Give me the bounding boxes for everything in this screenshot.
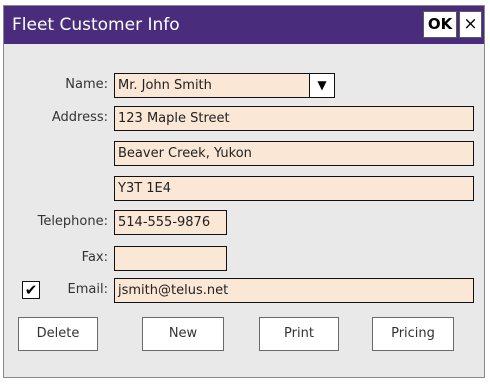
pricing-button[interactable]: Pricing [372, 317, 454, 351]
new-button[interactable]: New [142, 317, 224, 351]
telephone-field[interactable]: 514-555-9876 [114, 210, 227, 235]
print-button[interactable]: Print [259, 317, 339, 351]
name-label: Name: [65, 77, 108, 92]
telephone-label: Telephone: [37, 214, 108, 229]
name-select[interactable]: Mr. John Smith [114, 73, 311, 98]
address-label: Address: [51, 110, 108, 125]
chevron-down-icon[interactable]: ▼ [309, 73, 335, 98]
address-line2-field[interactable]: Beaver Creek, Yukon [114, 141, 474, 166]
address-line3-field[interactable]: Y3T 1E4 [114, 176, 474, 201]
delete-button[interactable]: Delete [18, 317, 98, 351]
close-icon[interactable]: × [459, 11, 482, 38]
fax-label: Fax: [81, 250, 108, 265]
window-title: Fleet Customer Info [12, 15, 180, 35]
title-bar: Fleet Customer Info OK × [4, 6, 484, 44]
email-field[interactable]: jsmith@telus.net [114, 278, 474, 303]
address-line1-field[interactable]: 123 Maple Street [114, 106, 474, 131]
customer-info-window: Fleet Customer Info OK × Name: Mr. John … [3, 5, 485, 378]
email-label: Email: [67, 282, 108, 297]
ok-button[interactable]: OK [423, 11, 457, 38]
email-checkbox[interactable]: ✔ [22, 281, 40, 299]
fax-field[interactable] [114, 246, 227, 271]
